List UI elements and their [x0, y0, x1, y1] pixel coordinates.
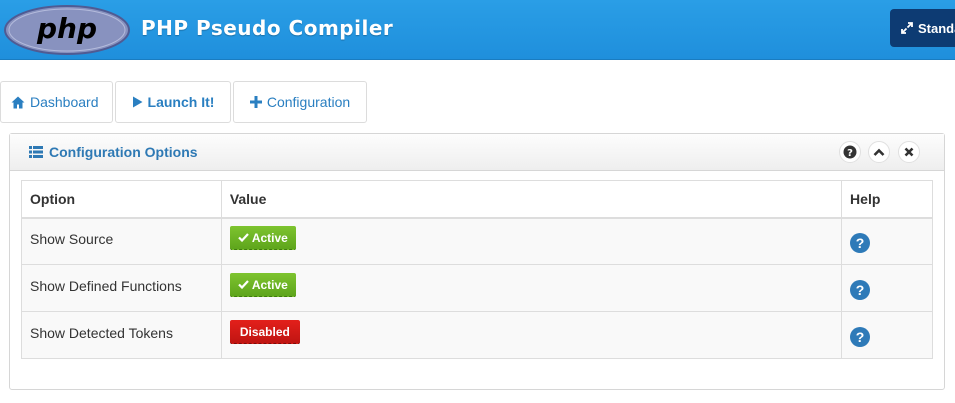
help-icon[interactable]: ? — [850, 233, 871, 254]
chevron-up-icon — [873, 148, 885, 156]
option-name: Show Source — [30, 231, 114, 248]
standalone-button[interactable]: Standalone — [890, 9, 955, 47]
help-icon[interactable]: ? — [850, 280, 871, 300]
launch-button[interactable]: Launch It! — [115, 81, 231, 123]
svg-text:?: ? — [847, 148, 853, 159]
logo-text: php — [36, 12, 97, 45]
options-table: Option Value Help Show Source Active ? S… — [21, 180, 933, 359]
header-value: Value — [220, 180, 843, 219]
status-toggle-disabled[interactable]: Disabled — [229, 320, 300, 344]
check-icon — [238, 280, 249, 289]
expand-icon — [901, 22, 913, 34]
configuration-label: Configuration — [266, 94, 351, 110]
configuration-panel: Configuration Options ? Option Value Hel… — [9, 133, 945, 390]
status-label: Active — [251, 277, 288, 292]
header-option: Option — [21, 180, 222, 219]
panel-help-button[interactable]: ? — [839, 141, 861, 163]
check-icon — [238, 233, 249, 243]
table-row: Show Source Active ? — [21, 217, 933, 265]
table-row: Show Defined Functions Active ? — [21, 264, 933, 312]
configuration-button[interactable]: Configuration — [233, 81, 367, 123]
panel-close-button[interactable] — [898, 141, 920, 163]
option-name: Show Defined Functions — [30, 278, 182, 294]
panel-header: Configuration Options ? — [10, 134, 944, 171]
panel-title-text: Configuration Options — [49, 144, 198, 160]
launch-label: Launch It! — [147, 94, 215, 110]
header-help: Help — [841, 180, 933, 219]
question-icon: ? — [843, 145, 857, 159]
dashboard-label: Dashboard — [30, 94, 99, 110]
dashboard-button[interactable]: Dashboard — [0, 81, 113, 123]
play-icon — [132, 96, 143, 108]
help-icon[interactable]: ? — [850, 327, 871, 347]
standalone-label: Standalone — [918, 20, 955, 36]
table-header-row: Option Value Help — [21, 180, 933, 219]
panel-title: Configuration Options — [29, 144, 198, 160]
home-icon — [11, 96, 25, 108]
status-toggle-active[interactable]: Active — [229, 273, 296, 297]
php-logo: php — [4, 5, 130, 55]
table-row: Show Detected Tokens Disabled ? — [21, 311, 933, 359]
status-label: Active — [251, 230, 288, 245]
app-title: PHP Pseudo Compiler — [141, 16, 394, 40]
option-name: Show Detected Tokens — [30, 325, 173, 341]
close-icon — [904, 147, 914, 157]
list-icon — [29, 146, 43, 158]
plus-icon — [249, 96, 262, 108]
panel-collapse-button[interactable] — [868, 141, 890, 163]
top-header-bar: php PHP Pseudo Compiler Standalone — [0, 0, 955, 60]
status-toggle-active[interactable]: Active — [229, 226, 296, 251]
status-label: Disabled — [239, 324, 290, 339]
